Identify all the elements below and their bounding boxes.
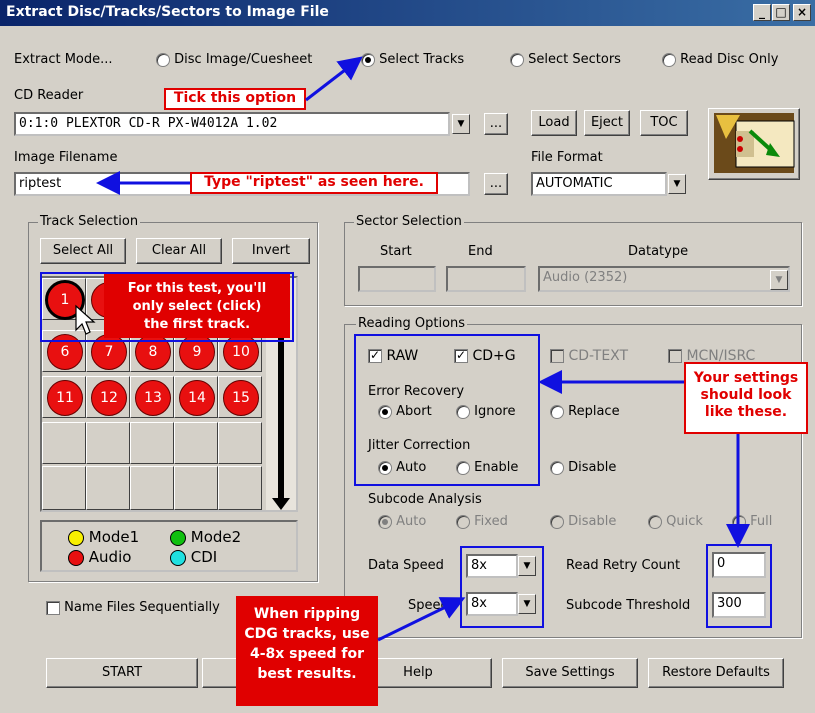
mouse-cursor-icon <box>75 304 96 335</box>
arrow-to-speed <box>377 597 466 642</box>
arrow-to-select-tracks <box>305 56 363 102</box>
extract-dialog: Extract Disc/Tracks/Sectors to Image Fil… <box>0 0 815 713</box>
annotation-arrows <box>75 56 750 642</box>
